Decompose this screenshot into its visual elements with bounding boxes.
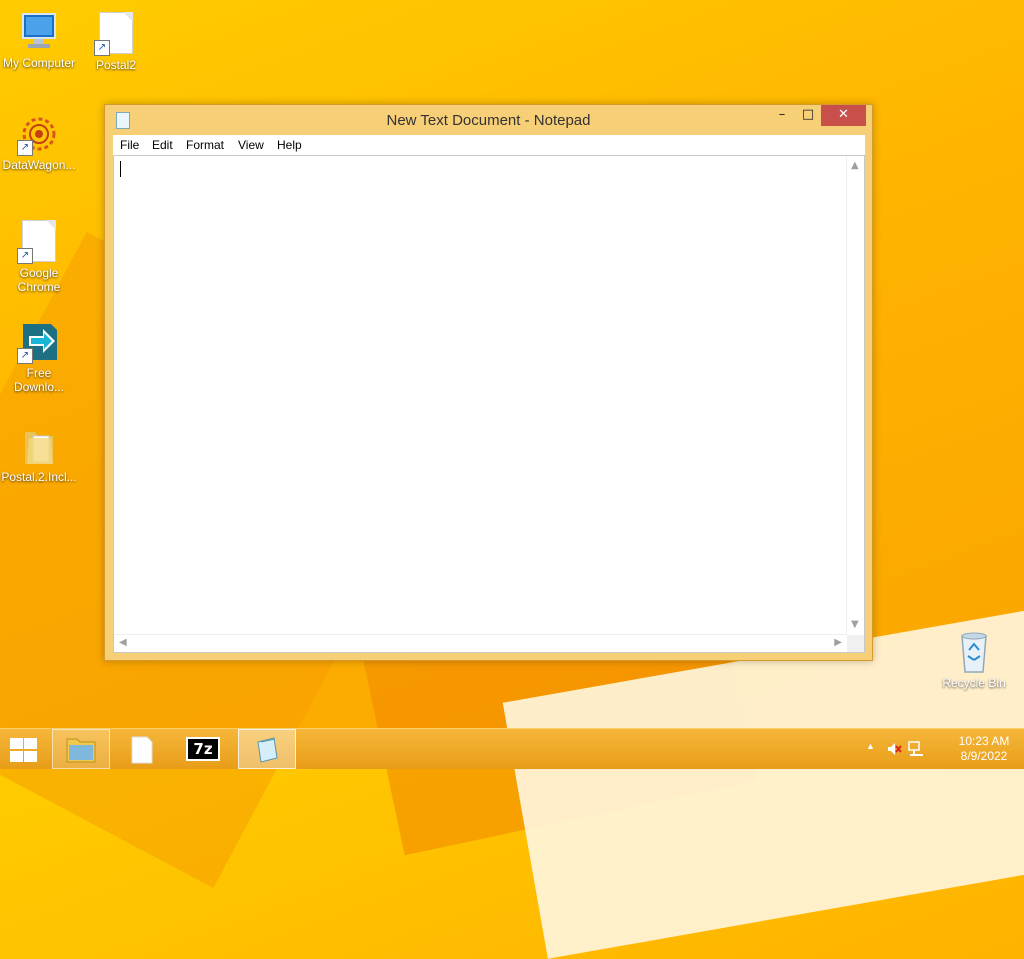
desktop-icon-postal2[interactable]: ↗ Postal2 — [78, 10, 154, 72]
network-icon[interactable] — [908, 741, 924, 757]
menu-format[interactable]: Format — [186, 138, 224, 152]
start-button[interactable] — [8, 737, 38, 763]
desktop-icon-free-download[interactable]: ↗ Free Downlo... — [1, 320, 77, 394]
scroll-left-icon[interactable]: ◀ — [119, 637, 127, 648]
clock-time: 10:23 AM — [958, 734, 1010, 748]
menu-file[interactable]: File — [120, 138, 139, 152]
menu-edit[interactable]: Edit — [152, 138, 173, 152]
menu-bar: File Edit Format View Help — [113, 135, 865, 155]
menu-view[interactable]: View — [238, 138, 264, 152]
desktop-icon-label: Postal2 — [95, 58, 137, 72]
desktop-icon-my-computer[interactable]: My Computer — [1, 10, 77, 70]
desktop-icon-label: Free Downlo... — [13, 366, 65, 394]
taskbar-notepad[interactable] — [238, 729, 296, 769]
shortcut-arrow-icon: ↗ — [17, 248, 33, 264]
shortcut-arrow-icon: ↗ — [94, 40, 110, 56]
shortcut-arrow-icon: ↗ — [17, 348, 33, 364]
menu-help[interactable]: Help — [277, 138, 302, 152]
resize-grip[interactable] — [847, 635, 864, 652]
7z-icon: 7z — [186, 737, 220, 761]
speaker-muted-icon[interactable] — [886, 741, 902, 757]
text-editor[interactable]: ▲ ▼ ◀ ▶ — [113, 155, 865, 653]
scroll-down-icon[interactable]: ▼ — [851, 619, 859, 630]
vertical-scrollbar[interactable]: ▲ ▼ — [846, 156, 864, 634]
horizontal-scrollbar[interactable]: ◀ ▶ — [114, 634, 847, 652]
title-bar[interactable]: New Text Document - Notepad – □ ✕ — [105, 105, 872, 135]
desktop-icon-label: Postal.2.Incl... — [1, 470, 77, 484]
taskbar-file-explorer[interactable] — [52, 729, 110, 769]
desktop-icon-label: Google Chrome — [17, 266, 61, 294]
desktop-icon-label: Recycle Bin — [942, 676, 1006, 690]
notepad-window[interactable]: New Text Document - Notepad – □ ✕ File E… — [104, 104, 873, 661]
shortcut-arrow-icon: ↗ — [17, 140, 33, 156]
computer-icon — [17, 10, 61, 54]
desktop-icon-google-chrome[interactable]: ↗ Google Chrome — [1, 218, 77, 294]
desktop-icon-recycle-bin[interactable]: Recycle Bin — [936, 630, 1012, 690]
window-title: New Text Document - Notepad — [386, 112, 591, 129]
document-icon — [131, 736, 153, 764]
taskbar: 7z ▲ 10:23 AM 8/9/2022 — [0, 728, 1024, 769]
desktop-icon-datawagon[interactable]: ↗ DataWagon... — [1, 112, 77, 172]
desktop-icon-label: DataWagon... — [2, 158, 76, 172]
folder-icon — [25, 432, 53, 464]
close-button[interactable]: ✕ — [821, 105, 866, 126]
clock[interactable]: 10:23 AM 8/9/2022 — [952, 734, 1016, 764]
system-tray: ▲ 10:23 AM 8/9/2022 — [856, 729, 1016, 769]
taskbar-blank-document[interactable] — [113, 729, 171, 769]
folder-icon — [66, 738, 96, 763]
taskbar-7zip[interactable]: 7z — [174, 729, 232, 769]
scroll-up-icon[interactable]: ▲ — [851, 160, 859, 171]
scroll-right-icon[interactable]: ▶ — [834, 637, 842, 648]
desktop-icon-postal2-folder[interactable]: Postal.2.Incl... — [1, 424, 77, 484]
recycle-bin-icon — [961, 632, 987, 673]
clock-date: 8/9/2022 — [960, 749, 1008, 763]
minimize-button[interactable]: – — [769, 105, 795, 126]
windows-logo-icon — [10, 738, 23, 749]
show-hidden-icons-icon[interactable]: ▲ — [866, 741, 875, 751]
desktop-icon-label: My Computer — [2, 56, 76, 70]
maximize-button[interactable]: □ — [795, 105, 821, 126]
notepad-icon — [257, 737, 278, 763]
text-caret — [120, 161, 121, 177]
